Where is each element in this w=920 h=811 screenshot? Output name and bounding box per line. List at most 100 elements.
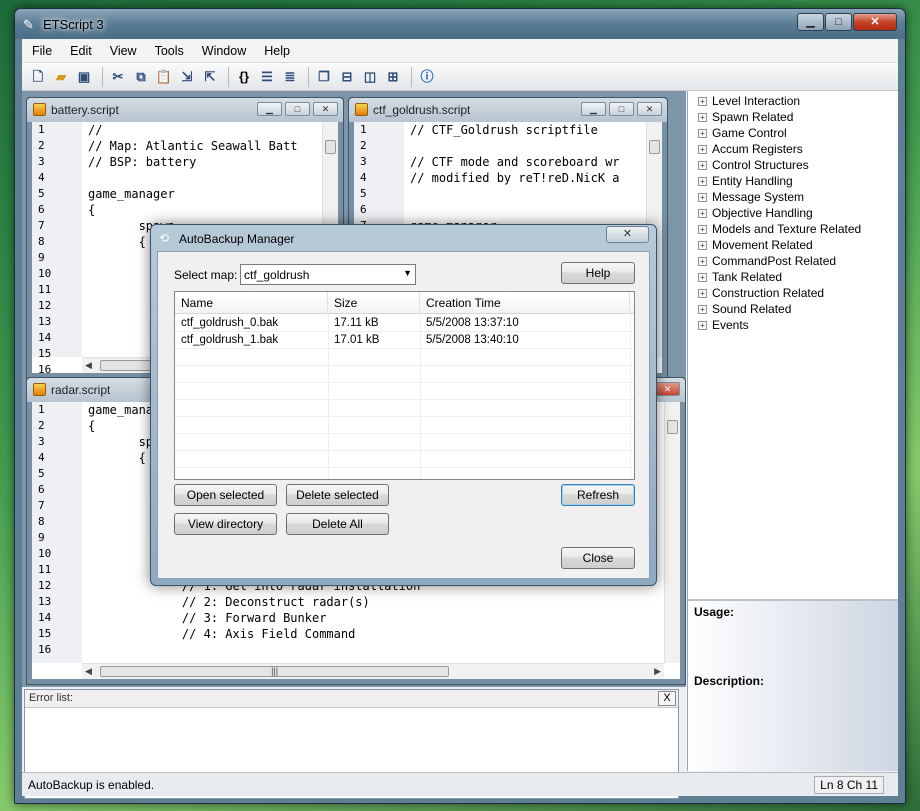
minimize-button[interactable]: ▁ xyxy=(797,13,824,31)
error-list-close-button[interactable]: X xyxy=(658,691,676,706)
column-creation-time[interactable]: Creation Time xyxy=(420,292,630,314)
outdent-icon[interactable]: ≣ xyxy=(280,67,300,87)
expand-icon[interactable]: + xyxy=(698,304,707,314)
code-line[interactable]: // 3: Forward Bunker xyxy=(88,610,664,626)
map-select-dropdown[interactable]: ctf_goldrush ▼ xyxy=(240,264,416,285)
maximize-button[interactable]: □ xyxy=(609,102,634,116)
import-icon[interactable]: ⇱ xyxy=(200,67,220,87)
command-tree[interactable]: + Level Interaction + Spawn Related + Game Co… xyxy=(688,91,898,599)
tile-grid-icon[interactable]: ⊞ xyxy=(383,67,403,87)
code-line[interactable] xyxy=(410,202,646,218)
refresh-button[interactable]: Refresh xyxy=(561,484,635,506)
help-button[interactable]: Help xyxy=(561,262,635,284)
tree-item[interactable]: + Movement Related xyxy=(688,237,898,253)
paste-icon[interactable]: 📋 xyxy=(154,67,174,87)
column-size[interactable]: Size xyxy=(328,292,420,314)
tree-item[interactable]: + Entity Handling xyxy=(688,173,898,189)
expand-icon[interactable]: + xyxy=(698,176,707,186)
code-line[interactable]: // 2: Deconstruct radar(s) xyxy=(88,594,664,610)
indent-icon[interactable]: ☰ xyxy=(257,67,277,87)
tree-item[interactable]: + Accum Registers xyxy=(688,141,898,157)
list-item[interactable]: ctf_goldrush_0.bak 17.11 kB 5/5/2008 13:37… xyxy=(175,315,634,332)
close-button[interactable]: ✕ xyxy=(313,102,338,116)
maximize-button[interactable]: □ xyxy=(825,13,852,31)
cut-icon[interactable]: ✂ xyxy=(108,67,128,87)
delete-selected-button[interactable]: Delete selected xyxy=(286,484,389,506)
backup-file-list[interactable]: Name Size Creation Time ctf_goldrush_0.b… xyxy=(174,291,635,480)
help-icon[interactable]: ⓘ xyxy=(417,67,437,87)
doc-title-bar[interactable]: battery.script ▁ □ ✕ xyxy=(27,98,343,122)
menu-window[interactable]: Window xyxy=(202,44,246,58)
expand-icon[interactable]: + xyxy=(698,192,707,202)
maximize-button[interactable]: □ xyxy=(285,102,310,116)
minimize-button[interactable]: ▁ xyxy=(257,102,282,116)
tree-item[interactable]: + Control Structures xyxy=(688,157,898,173)
save-icon[interactable]: ▣ xyxy=(74,67,94,87)
dialog-close-icon[interactable]: ✕ xyxy=(606,226,649,243)
title-bar[interactable]: ✎ ETScript 3 ▁ □ ✕ xyxy=(15,9,905,39)
vertical-scrollbar[interactable] xyxy=(664,402,680,663)
code-line[interactable]: game_manager xyxy=(88,186,322,202)
tree-item[interactable]: + Level Interaction xyxy=(688,93,898,109)
tree-item[interactable]: + Models and Texture Related xyxy=(688,221,898,237)
code-line[interactable]: // CTF mode and scoreboard wr xyxy=(410,154,646,170)
tile-vertical-icon[interactable]: ◫ xyxy=(360,67,380,87)
code-line[interactable]: // Map: Atlantic Seawall Batt xyxy=(88,138,322,154)
menu-tools[interactable]: Tools xyxy=(155,44,184,58)
open-selected-button[interactable]: Open selected xyxy=(174,484,277,506)
copy-icon[interactable]: ⧉ xyxy=(131,67,151,87)
menu-view[interactable]: View xyxy=(110,44,137,58)
code-line[interactable]: { xyxy=(88,202,322,218)
tile-horizontal-icon[interactable]: ⊟ xyxy=(337,67,357,87)
code-line[interactable] xyxy=(88,170,322,186)
close-button[interactable]: ✕ xyxy=(637,102,662,116)
expand-icon[interactable]: + xyxy=(698,128,707,138)
new-file-icon[interactable]: 🗋 xyxy=(28,67,48,87)
menu-help[interactable]: Help xyxy=(264,44,290,58)
tree-item[interactable]: + CommandPost Related xyxy=(688,253,898,269)
expand-icon[interactable]: + xyxy=(698,208,707,218)
list-item[interactable]: ctf_goldrush_1.bak 17.01 kB 5/5/2008 13:40… xyxy=(175,332,634,349)
tree-item[interactable]: + Objective Handling xyxy=(688,205,898,221)
code-line[interactable]: // 4: Axis Field Command xyxy=(88,626,664,642)
code-line[interactable] xyxy=(88,642,664,658)
close-button[interactable]: ✕ xyxy=(655,382,680,396)
braces-icon[interactable]: {} xyxy=(234,67,254,87)
tree-item[interactable]: + Events xyxy=(688,317,898,333)
menu-file[interactable]: File xyxy=(32,44,52,58)
expand-icon[interactable]: + xyxy=(698,96,707,106)
expand-icon[interactable]: + xyxy=(698,240,707,250)
tree-item[interactable]: + Tank Related xyxy=(688,269,898,285)
tree-item[interactable]: + Sound Related xyxy=(688,301,898,317)
tree-item[interactable]: + Spawn Related xyxy=(688,109,898,125)
expand-icon[interactable]: + xyxy=(698,224,707,234)
code-line[interactable]: // xyxy=(88,122,322,138)
expand-icon[interactable]: + xyxy=(698,160,707,170)
minimize-button[interactable]: ▁ xyxy=(581,102,606,116)
open-folder-icon[interactable]: ▰ xyxy=(51,67,71,87)
horizontal-scrollbar[interactable]: ◀ ||| ▶ xyxy=(82,663,664,679)
code-line[interactable] xyxy=(410,138,646,154)
doc-title-bar[interactable]: ctf_goldrush.script ▁ □ ✕ xyxy=(349,98,667,122)
expand-icon[interactable]: + xyxy=(698,320,707,330)
code-line[interactable]: // modified by reT!reD.NicK a xyxy=(410,170,646,186)
tree-item[interactable]: + Message System xyxy=(688,189,898,205)
tree-item[interactable]: + Game Control xyxy=(688,125,898,141)
code-line[interactable]: // CTF_Goldrush scriptfile xyxy=(410,122,646,138)
code-line[interactable]: // BSP: battery xyxy=(88,154,322,170)
expand-icon[interactable]: + xyxy=(698,112,707,122)
close-button[interactable]: ✕ xyxy=(853,13,897,31)
expand-icon[interactable]: + xyxy=(698,144,707,154)
expand-icon[interactable]: + xyxy=(698,272,707,282)
expand-icon[interactable]: + xyxy=(698,288,707,298)
view-directory-button[interactable]: View directory xyxy=(174,513,277,535)
column-name[interactable]: Name xyxy=(175,292,328,314)
export-icon[interactable]: ⇲ xyxy=(177,67,197,87)
tree-item[interactable]: + Construction Related xyxy=(688,285,898,301)
delete-all-button[interactable]: Delete All xyxy=(286,513,389,535)
expand-icon[interactable]: + xyxy=(698,256,707,266)
menu-edit[interactable]: Edit xyxy=(70,44,92,58)
close-dialog-button[interactable]: Close xyxy=(561,547,635,569)
code-line[interactable] xyxy=(410,186,646,202)
cascade-icon[interactable]: ❐ xyxy=(314,67,334,87)
